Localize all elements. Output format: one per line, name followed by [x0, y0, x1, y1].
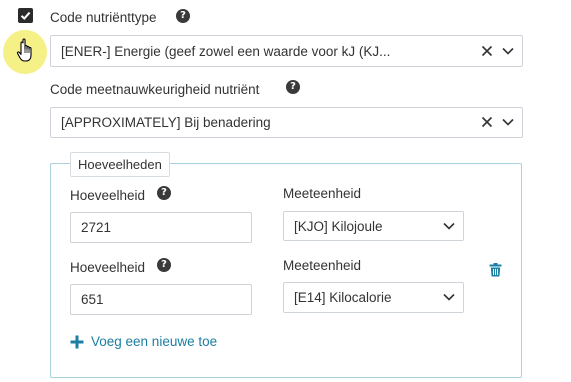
- help-icon[interactable]: ?: [286, 80, 300, 94]
- quantities-legend: Hoeveelheden: [70, 152, 170, 177]
- help-icon[interactable]: ?: [157, 258, 171, 272]
- add-new-link[interactable]: Voeg een nieuwe toe: [70, 334, 217, 349]
- nutrient-type-select[interactable]: [ENER-] Energie (geef zowel een waarde v…: [50, 35, 523, 67]
- chevron-down-icon[interactable]: [501, 115, 515, 129]
- nutrient-type-value: [ENER-] Energie (geef zowel een waarde v…: [61, 43, 391, 59]
- chevron-down-icon[interactable]: [501, 44, 515, 58]
- help-icon[interactable]: ?: [157, 186, 171, 200]
- hand-pointer-icon: [16, 38, 32, 62]
- amount-input[interactable]: 651: [70, 284, 252, 315]
- unit-select[interactable]: [E14] Kilocalorie: [283, 282, 464, 313]
- chevron-down-icon[interactable]: [442, 219, 456, 233]
- chevron-down-icon[interactable]: [442, 290, 456, 304]
- amount-input[interactable]: 2721: [70, 212, 252, 243]
- unit-label: Meeteenheid: [283, 186, 362, 201]
- unit-value: [KJO] Kilojoule: [294, 218, 383, 234]
- help-icon[interactable]: ?: [176, 9, 190, 23]
- precision-select[interactable]: [APPROXIMATELY] Bij benadering: [50, 107, 523, 138]
- trash-icon[interactable]: [489, 263, 502, 277]
- clear-icon[interactable]: [480, 44, 494, 58]
- add-new-label: Voeg een nieuwe toe: [91, 334, 218, 349]
- clear-icon[interactable]: [480, 115, 494, 129]
- amount-value: 2721: [81, 220, 112, 235]
- unit-value: [E14] Kilocalorie: [294, 290, 392, 305]
- nutrient-type-label: Code nutriënttype: [50, 10, 157, 25]
- precision-label: Code meetnauwkeurigheid nutriënt: [50, 82, 260, 97]
- amount-label: Hoeveelheid: [70, 260, 146, 275]
- unit-select[interactable]: [KJO] Kilojoule: [283, 211, 464, 241]
- precision-value: [APPROXIMATELY] Bij benadering: [61, 115, 271, 130]
- amount-label: Hoeveelheid: [70, 188, 146, 203]
- checkmark-icon: [20, 11, 31, 20]
- include-checkbox[interactable]: [18, 8, 33, 23]
- unit-label: Meeteenheid: [283, 258, 362, 273]
- plus-icon: [70, 335, 84, 348]
- amount-value: 651: [81, 292, 104, 307]
